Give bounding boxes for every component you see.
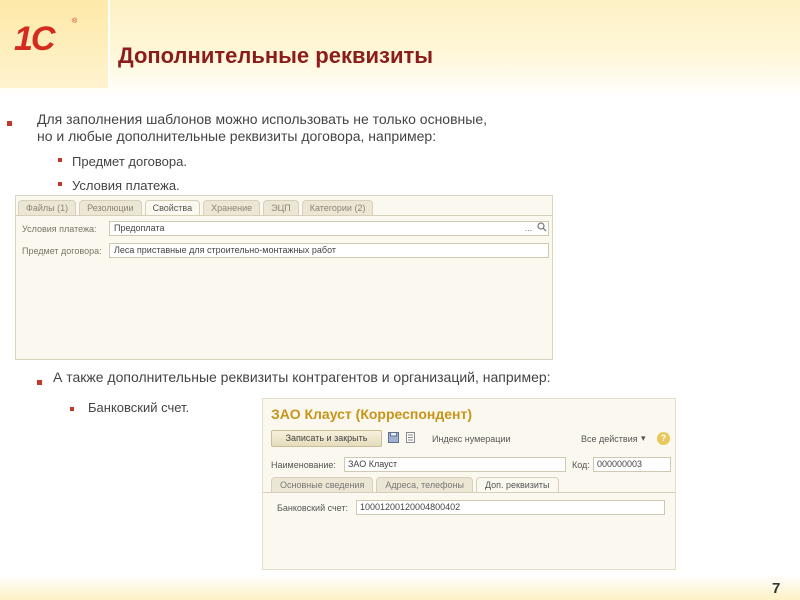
- list-item-subject: Предмет договора.: [72, 154, 187, 169]
- save-icon[interactable]: [387, 432, 399, 444]
- sub-bullet-icon: [58, 182, 62, 186]
- name-label: Наименование:: [271, 460, 336, 470]
- intro-line-1: Для заполнения шаблонов можно использова…: [37, 111, 488, 127]
- list-item-bank-account: Банковский счет.: [88, 400, 190, 415]
- logo-1c: 1С: [14, 20, 55, 58]
- search-icon[interactable]: [535, 222, 548, 235]
- sub-bullet-icon: [58, 158, 62, 162]
- payment-terms-field[interactable]: Предоплата: [109, 221, 549, 236]
- bullet-icon: [37, 380, 42, 385]
- tab-additional-props[interactable]: Доп. реквизиты: [475, 477, 559, 492]
- tab-properties[interactable]: Свойства: [144, 200, 201, 215]
- page-number: 7: [772, 580, 781, 597]
- all-actions-menu[interactable]: Все действия: [581, 434, 638, 444]
- select-button[interactable]: ...: [522, 222, 535, 235]
- second-text: А также дополнительные реквизиты контраг…: [53, 369, 551, 385]
- chevron-down-icon[interactable]: ▾: [641, 433, 646, 444]
- payment-terms-label: Условия платежа:: [22, 224, 97, 234]
- document-icon[interactable]: [404, 432, 416, 444]
- subject-field[interactable]: Леса приставные для строительно-монтажны…: [109, 243, 549, 258]
- logo-registered-mark: ®: [72, 18, 78, 25]
- bullet-icon: [7, 121, 12, 126]
- logo-box: 1С ®: [0, 0, 110, 88]
- counterparty-form: ЗАО Клауст (Корреспондент) Записать и за…: [262, 398, 676, 570]
- bank-account-label: Банковский счет:: [277, 503, 349, 513]
- tab-files[interactable]: Файлы (1): [18, 200, 77, 215]
- counterparty-tabs: Основные сведения Адреса, телефоны Доп. …: [271, 477, 559, 493]
- form-title: ЗАО Клауст (Корреспондент): [271, 406, 473, 422]
- help-icon[interactable]: ?: [657, 432, 670, 445]
- tab-storage[interactable]: Хранение: [203, 200, 261, 215]
- tab-digital-signature[interactable]: ЭЦП: [263, 200, 299, 215]
- numbering-index-button[interactable]: Индекс нумерации: [432, 434, 511, 444]
- save-and-close-button[interactable]: Записать и закрыть: [271, 430, 382, 447]
- sub-bullet-icon: [70, 407, 74, 411]
- name-field[interactable]: ЗАО Клауст: [344, 457, 566, 472]
- tab-categories[interactable]: Категории (2): [301, 200, 374, 215]
- contract-tabs: Файлы (1) Резолюции Свойства Хранение ЭЦ…: [18, 200, 374, 216]
- tab-resolutions[interactable]: Резолюции: [79, 200, 142, 215]
- tab-main-info[interactable]: Основные сведения: [271, 477, 374, 492]
- bank-account-field[interactable]: 10001200120004800402: [356, 500, 665, 515]
- slide-footer: [0, 575, 800, 600]
- code-field[interactable]: 000000003: [593, 457, 671, 472]
- intro-line-2: но и любые дополнительные реквизиты дого…: [37, 128, 437, 144]
- subject-label: Предмет договора:: [22, 246, 102, 256]
- page-title: Дополнительные реквизиты: [118, 43, 434, 68]
- tab-addresses-phones[interactable]: Адреса, телефоны: [376, 477, 473, 492]
- list-item-payment: Условия платежа.: [72, 178, 180, 193]
- code-label: Код:: [572, 460, 590, 470]
- contract-properties-panel: Файлы (1) Резолюции Свойства Хранение ЭЦ…: [15, 195, 553, 360]
